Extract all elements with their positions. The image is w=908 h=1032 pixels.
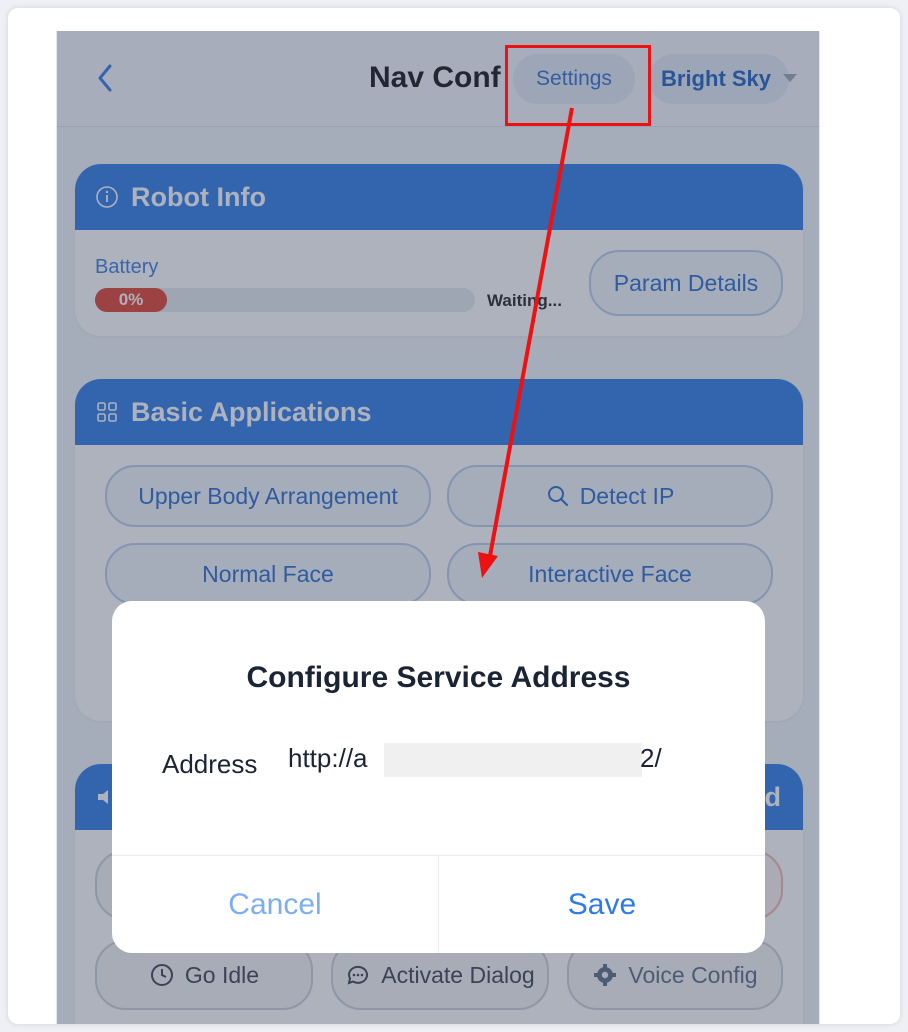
annotation-arrow <box>478 107 574 578</box>
